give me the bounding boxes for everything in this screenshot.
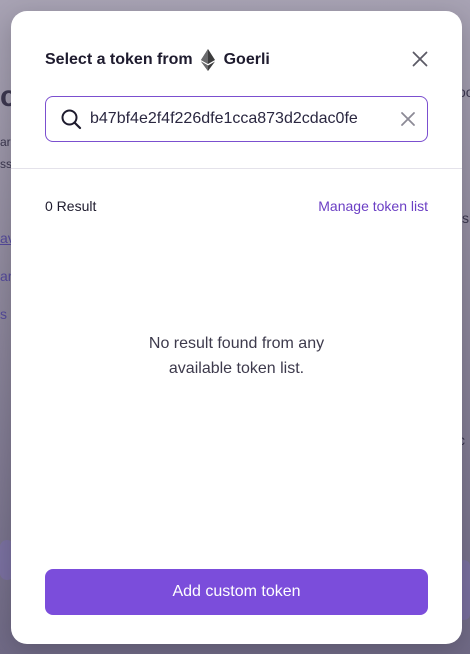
empty-state-message: No result found from any available token…: [11, 331, 462, 381]
add-custom-token-button[interactable]: Add custom token: [45, 569, 428, 615]
result-count: 0 Result: [45, 198, 97, 214]
empty-state-line: available token list.: [168, 360, 305, 377]
token-search-field[interactable]: [45, 96, 428, 142]
modal-header: Select a token from Goerli: [45, 47, 432, 73]
network-name: Goerli: [223, 51, 270, 68]
backdrop-text: s: [0, 306, 7, 322]
close-icon: [412, 51, 428, 67]
search-icon: [61, 109, 82, 130]
clear-icon[interactable]: [399, 110, 417, 128]
modal-title: Select a token from: [45, 51, 193, 68]
close-button[interactable]: [408, 47, 432, 71]
backdrop-text: ar: [0, 135, 11, 149]
empty-state-line: No result found from any: [148, 335, 325, 352]
manage-token-list-link[interactable]: Manage token list: [318, 198, 428, 214]
select-token-modal: Select a token from Goerli 0 Result Ma: [11, 11, 462, 644]
search-input[interactable]: [90, 110, 393, 128]
ethereum-icon: [200, 49, 215, 71]
backdrop-text: sh: [462, 210, 470, 226]
divider: [11, 168, 462, 169]
